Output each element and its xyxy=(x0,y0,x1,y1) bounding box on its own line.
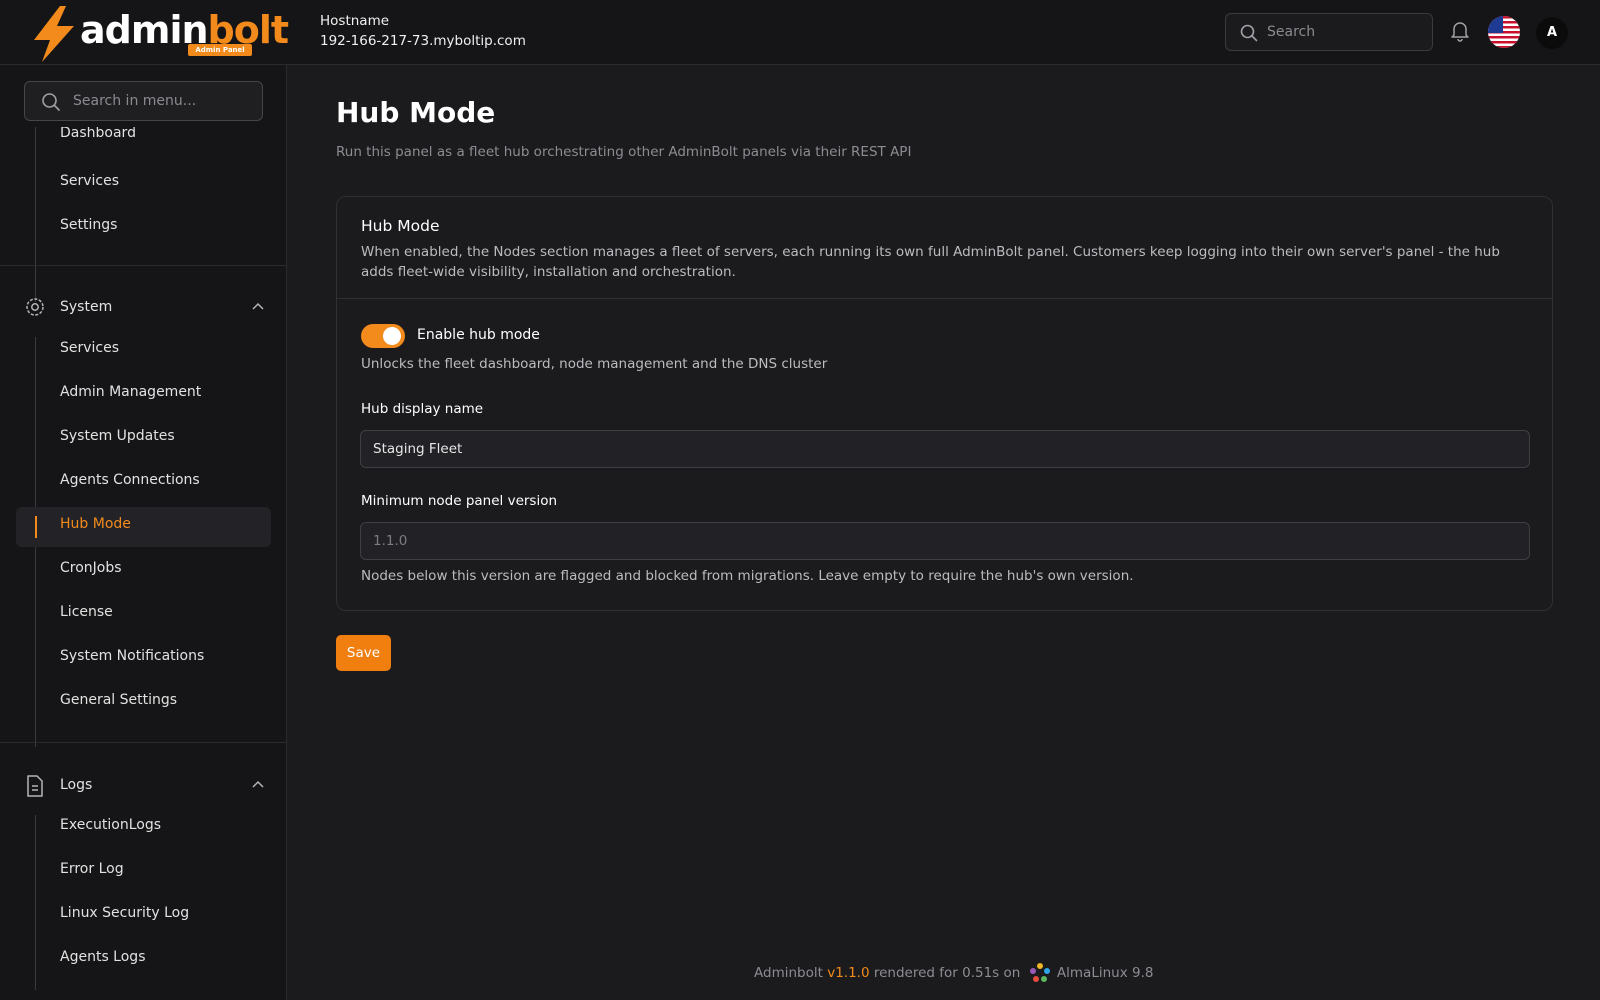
save-button[interactable]: Save xyxy=(336,635,391,671)
adminbolt-logo[interactable]: adminbolt Admin Panel xyxy=(30,6,289,62)
min-version-help: Nodes below this version are flagged and… xyxy=(361,568,1134,584)
bell-icon[interactable] xyxy=(1450,20,1470,42)
user-avatar[interactable]: A xyxy=(1536,17,1568,49)
us-flag-icon[interactable] xyxy=(1488,16,1520,48)
sidebar-item-system-updates[interactable]: System Updates xyxy=(60,428,175,444)
brand-badge: Admin Panel xyxy=(188,44,252,56)
footer-version[interactable]: v1.1.0 xyxy=(827,965,869,981)
sidebar-item-cronjobs[interactable]: CronJobs xyxy=(60,560,122,576)
almalinux-logo-icon xyxy=(1029,963,1050,982)
top-bar: adminbolt Admin Panel Hostname 192-166-2… xyxy=(0,0,1600,65)
bolt-icon xyxy=(34,6,74,62)
sidebar-divider xyxy=(0,742,286,743)
sidebar-item-agents-connections[interactable]: Agents Connections xyxy=(60,472,200,488)
sidebar-item-hub-mode[interactable]: Hub Mode xyxy=(60,516,131,532)
enable-hub-mode-label: Enable hub mode xyxy=(417,327,540,343)
sidebar-item-services[interactable]: Services xyxy=(60,340,119,356)
menu-search-input[interactable]: Search in menu... xyxy=(24,81,263,121)
sidebar-item-license[interactable]: License xyxy=(60,604,113,620)
footer-rendered-text: rendered for 0.51s on xyxy=(873,965,1021,981)
enable-hub-mode-help: Unlocks the fleet dashboard, node manage… xyxy=(361,356,828,372)
active-item-highlight xyxy=(16,507,271,547)
footer: Adminbolt v1.1.0 rendered for 0.51s on A… xyxy=(754,962,1153,984)
page-title: Hub Mode xyxy=(336,96,496,129)
sidebar-item-system-notifications[interactable]: System Notifications xyxy=(60,648,204,664)
sidebar-item-services-top[interactable]: Services xyxy=(60,173,119,189)
hostname-value: 192-166-217-73.myboltip.com xyxy=(320,33,526,49)
min-version-label: Minimum node panel version xyxy=(361,493,558,509)
sidebar-section-system[interactable]: System xyxy=(24,294,264,322)
sidebar-item-settings[interactable]: Settings xyxy=(60,217,117,233)
sidebar-divider xyxy=(0,265,286,266)
min-version-input[interactable] xyxy=(360,522,1530,560)
sidebar-section-system-label: System xyxy=(60,299,113,315)
sidebar-item-dashboard[interactable]: Dashboard xyxy=(60,127,136,141)
global-search-placeholder: Search xyxy=(1267,24,1316,40)
sidebar-item-admin-management[interactable]: Admin Management xyxy=(60,384,201,400)
card-title: Hub Mode xyxy=(361,217,440,235)
sidebar-item-linux-security-log[interactable]: Linux Security Log xyxy=(60,905,189,921)
sidebar: Search in menu... Dashboard Services Set… xyxy=(0,65,287,1000)
footer-os: AlmaLinux 9.8 xyxy=(1056,965,1154,981)
hub-display-name-label: Hub display name xyxy=(361,401,484,417)
chevron-up-icon[interactable] xyxy=(252,780,264,788)
sidebar-section-logs[interactable]: Logs xyxy=(24,772,264,800)
hub-display-name-input[interactable] xyxy=(360,430,1530,468)
sidebar-section-logs-label: Logs xyxy=(60,777,93,793)
sidebar-item-error-log[interactable]: Error Log xyxy=(60,861,124,877)
gear-icon xyxy=(26,298,44,316)
sidebar-item-execution-logs[interactable]: ExecutionLogs xyxy=(60,817,161,833)
search-icon xyxy=(42,93,60,111)
menu-search-placeholder: Search in menu... xyxy=(73,93,197,109)
brand-name: adminbolt xyxy=(80,8,289,52)
search-icon xyxy=(1240,24,1258,42)
hub-mode-card: Hub Mode When enabled, the Nodes section… xyxy=(336,196,1553,611)
page-subtitle: Run this panel as a fleet hub orchestrat… xyxy=(336,144,912,160)
tree-line xyxy=(35,127,36,302)
enable-hub-mode-toggle[interactable] xyxy=(361,324,405,348)
sidebar-item-general-settings[interactable]: General Settings xyxy=(60,692,177,708)
chevron-up-icon[interactable] xyxy=(252,302,264,310)
hostname-label: Hostname xyxy=(320,13,390,29)
sidebar-item-agents-logs[interactable]: Agents Logs xyxy=(60,949,145,965)
document-icon xyxy=(27,775,43,797)
card-divider xyxy=(337,298,1552,299)
footer-brand: Adminbolt xyxy=(754,965,823,981)
toggle-knob xyxy=(383,327,401,345)
tree-line xyxy=(35,815,36,990)
active-item-indicator xyxy=(35,516,37,538)
card-description: When enabled, the Nodes section manages … xyxy=(361,244,1500,280)
global-search-input[interactable]: Search xyxy=(1225,13,1433,51)
